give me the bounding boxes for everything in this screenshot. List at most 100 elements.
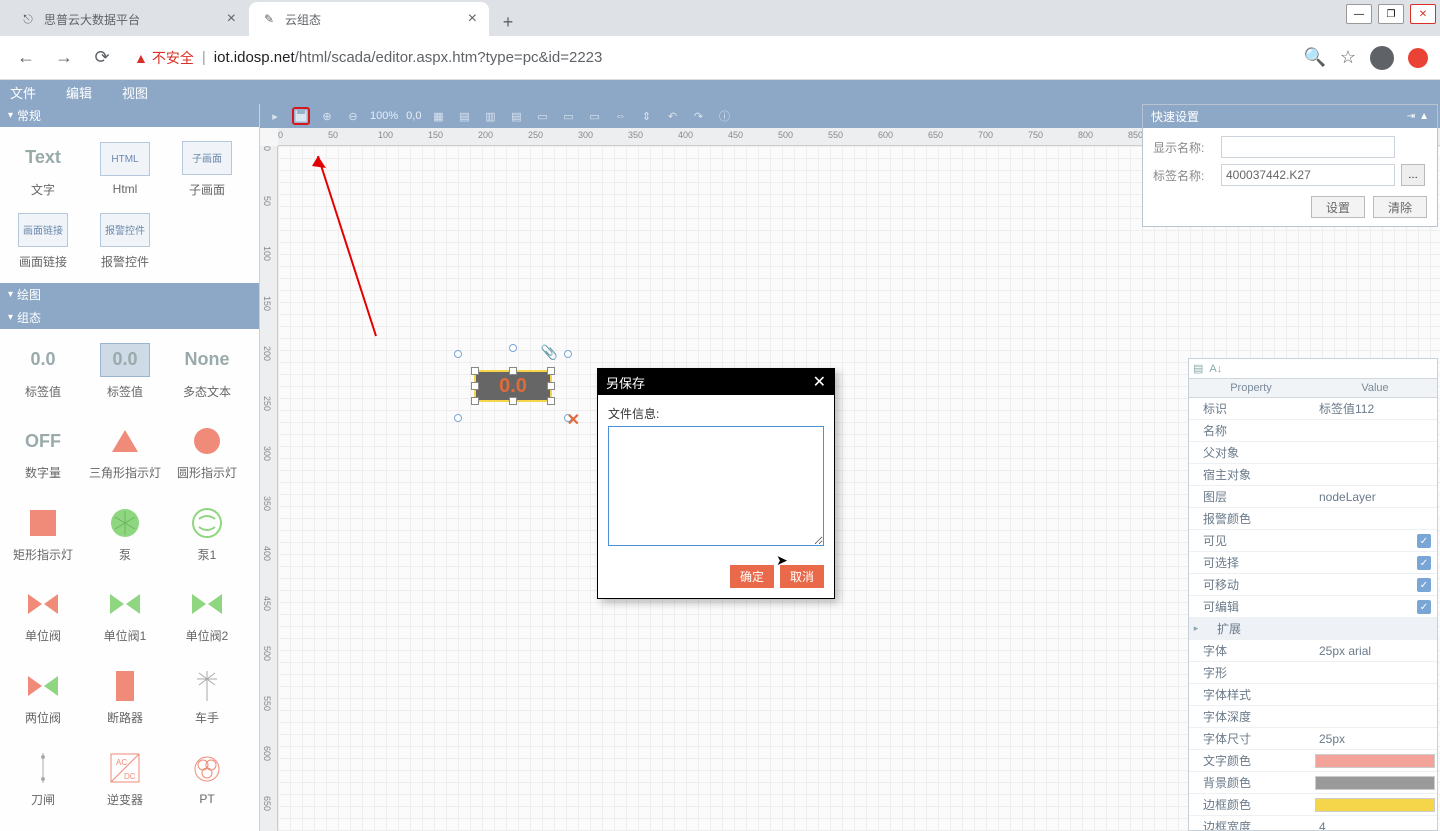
- close-icon[interactable]: ×: [468, 10, 477, 28]
- prop-value[interactable]: [1313, 473, 1437, 477]
- prop-value[interactable]: [1313, 517, 1437, 521]
- pointer-icon[interactable]: ▸: [266, 107, 284, 125]
- tab-sipu[interactable]: ⎋ 思普云大数据平台 ×: [8, 2, 248, 36]
- info-icon[interactable]: ⓘ: [715, 107, 733, 125]
- back-button[interactable]: ←: [12, 44, 40, 72]
- url-field[interactable]: ▲ 不安全 | iot.idosp.net/html/scada/editor.…: [126, 43, 1293, 73]
- prop-value[interactable]: nodeLayer: [1313, 488, 1437, 506]
- tool-screenlink[interactable]: 画面链接画面链接: [2, 205, 84, 277]
- tool-multitext[interactable]: None多态文本: [166, 335, 248, 407]
- align-left-icon[interactable]: ▤: [455, 107, 473, 125]
- prop-row[interactable]: 可见✓: [1189, 530, 1437, 552]
- tag-value-widget[interactable]: 0.0 📎 ✕: [474, 370, 552, 402]
- attach-icon[interactable]: 📎: [541, 344, 558, 361]
- close-window-button[interactable]: ✕: [1410, 4, 1436, 24]
- sort-icon[interactable]: A↓: [1209, 363, 1222, 375]
- prop-row[interactable]: 字体尺寸25px: [1189, 728, 1437, 750]
- browse-button[interactable]: …: [1401, 164, 1425, 186]
- prop-value[interactable]: ✓: [1313, 531, 1437, 551]
- tool-valve-2way[interactable]: 两位阀: [2, 662, 84, 734]
- tool-circle-led[interactable]: 圆形指示灯: [166, 417, 248, 489]
- distribute-v-icon[interactable]: ⇕: [637, 107, 655, 125]
- zoom-out-icon[interactable]: ⊖: [344, 107, 362, 125]
- distribute-h-icon[interactable]: ⇔: [611, 107, 629, 125]
- tool-rect-led[interactable]: 矩形指示灯: [2, 498, 84, 570]
- grid-icon[interactable]: ▦: [429, 107, 447, 125]
- delete-icon[interactable]: ✕: [567, 410, 580, 430]
- section-general[interactable]: 常规: [0, 104, 259, 127]
- collapse-icon[interactable]: ⇥: [1407, 111, 1415, 122]
- align-center-icon[interactable]: ▥: [481, 107, 499, 125]
- tool-pump1[interactable]: 泵1: [166, 498, 248, 570]
- color-swatch[interactable]: [1315, 798, 1435, 812]
- maximize-button[interactable]: ❐: [1378, 4, 1404, 24]
- tool-subscreen[interactable]: 子画面子画面: [166, 133, 248, 205]
- prop-value[interactable]: [1313, 671, 1437, 675]
- tool-valve-green2[interactable]: 单位阀2: [166, 580, 248, 652]
- check-icon[interactable]: ✓: [1417, 534, 1431, 548]
- tool-wheel[interactable]: 车手: [166, 662, 248, 734]
- align-top-icon[interactable]: ▭: [533, 107, 551, 125]
- prop-row[interactable]: 边框颜色: [1189, 794, 1437, 816]
- set-button[interactable]: 设置: [1311, 196, 1365, 218]
- tool-html[interactable]: HTMLHtml: [84, 133, 166, 205]
- prop-row[interactable]: 字体样式: [1189, 684, 1437, 706]
- prop-row[interactable]: 可编辑✓: [1189, 596, 1437, 618]
- menu-edit[interactable]: 编辑: [60, 81, 98, 104]
- tag-name-input[interactable]: [1221, 164, 1395, 186]
- new-tab-button[interactable]: +: [494, 8, 522, 36]
- prop-value[interactable]: 标签值112: [1313, 398, 1437, 419]
- align-middle-icon[interactable]: ▭: [559, 107, 577, 125]
- profile-icon[interactable]: [1370, 46, 1394, 70]
- tool-tagvalue[interactable]: 0.0标签值: [2, 335, 84, 407]
- ok-button[interactable]: 确定: [730, 565, 774, 588]
- align-right-icon[interactable]: ▤: [507, 107, 525, 125]
- prop-value[interactable]: [1313, 693, 1437, 697]
- prop-row[interactable]: 可选择✓: [1189, 552, 1437, 574]
- prop-row[interactable]: 标识标签值112: [1189, 398, 1437, 420]
- prop-value[interactable]: 25px: [1313, 730, 1437, 748]
- section-draw[interactable]: 绘图: [0, 283, 259, 306]
- prop-row[interactable]: 文字颜色: [1189, 750, 1437, 772]
- prop-row[interactable]: 扩展: [1189, 618, 1437, 640]
- prop-value[interactable]: ✓: [1313, 553, 1437, 573]
- prop-value[interactable]: [1313, 429, 1437, 433]
- prop-value[interactable]: [1313, 451, 1437, 455]
- dialog-titlebar[interactable]: 另保存 ✕: [598, 369, 834, 395]
- prop-value[interactable]: 4: [1313, 818, 1437, 831]
- tool-triangle-led[interactable]: 三角形指示灯: [84, 417, 166, 489]
- zoom-in-icon[interactable]: ⊕: [318, 107, 336, 125]
- prop-value[interactable]: ✓: [1313, 575, 1437, 595]
- prop-row[interactable]: 字形: [1189, 662, 1437, 684]
- minimize-button[interactable]: —: [1346, 4, 1372, 24]
- menu-file[interactable]: 文件: [4, 81, 42, 104]
- cancel-button[interactable]: 取消: [780, 565, 824, 588]
- tool-tagvalue-sel[interactable]: 0.0标签值: [84, 335, 166, 407]
- tool-inverter[interactable]: ACDC逆变器: [84, 743, 166, 815]
- prop-row[interactable]: 图层nodeLayer: [1189, 486, 1437, 508]
- check-icon[interactable]: ✓: [1417, 578, 1431, 592]
- search-icon[interactable]: 🔍: [1303, 47, 1325, 68]
- prop-row[interactable]: 边框宽度4: [1189, 816, 1437, 831]
- forward-button[interactable]: →: [50, 44, 78, 72]
- check-icon[interactable]: ✓: [1417, 600, 1431, 614]
- color-swatch[interactable]: [1315, 776, 1435, 790]
- prop-row[interactable]: 宿主对象: [1189, 464, 1437, 486]
- tool-valve-red[interactable]: 单位阀: [2, 580, 84, 652]
- prop-rows[interactable]: 标识标签值112名称父对象宿主对象图层nodeLayer报警颜色可见✓可选择✓可…: [1189, 398, 1437, 831]
- prop-value[interactable]: [1313, 774, 1437, 792]
- save-button[interactable]: [292, 107, 310, 125]
- close-icon[interactable]: ×: [227, 10, 236, 28]
- align-bottom-icon[interactable]: ▭: [585, 107, 603, 125]
- prop-row[interactable]: 名称: [1189, 420, 1437, 442]
- bookmark-icon[interactable]: ☆: [1340, 47, 1356, 68]
- tool-knife[interactable]: 刀闸: [2, 743, 84, 815]
- close-icon[interactable]: ✕: [813, 372, 826, 392]
- tab-scada[interactable]: ✎ 云组态 ×: [249, 2, 489, 36]
- chevron-up-icon[interactable]: ▲: [1419, 111, 1429, 122]
- tool-text[interactable]: Text文字: [2, 133, 84, 205]
- check-icon[interactable]: ✓: [1417, 556, 1431, 570]
- prop-value[interactable]: [1313, 752, 1437, 770]
- prop-value[interactable]: 25px arial: [1313, 642, 1437, 660]
- reload-button[interactable]: ⟳: [88, 44, 116, 72]
